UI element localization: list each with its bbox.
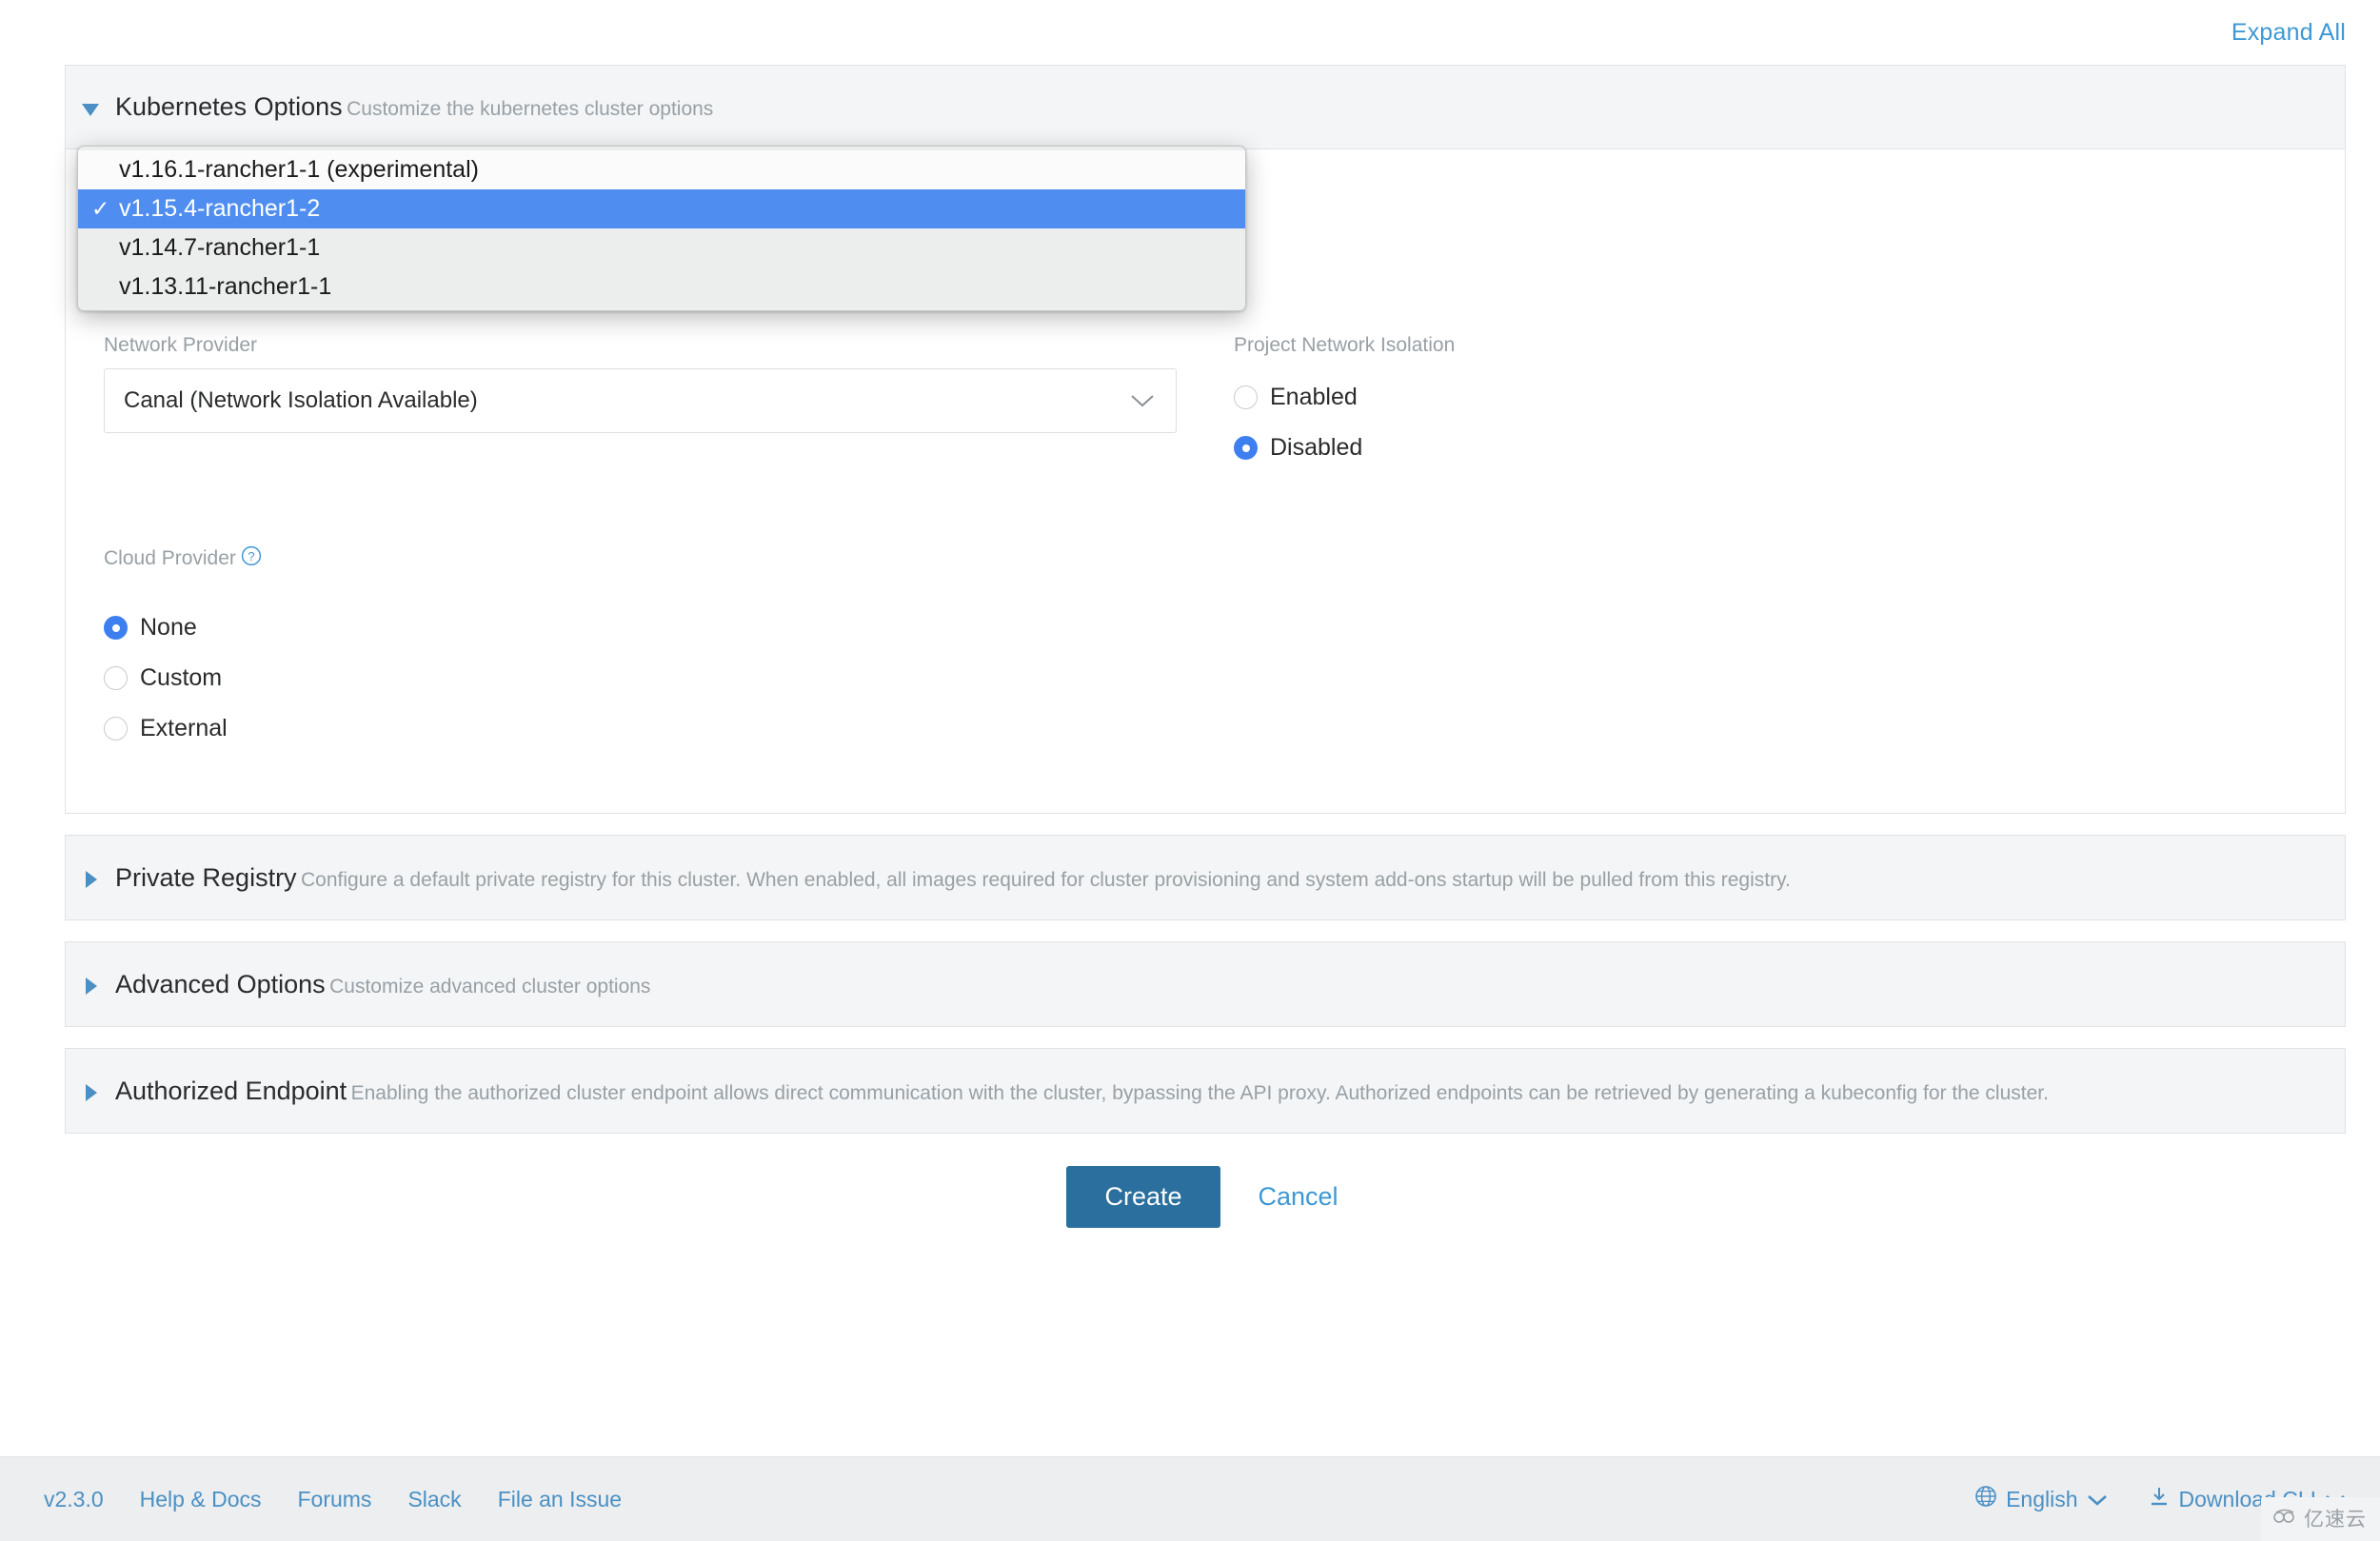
footer-link-file-an-issue[interactable]: File an Issue (498, 1487, 622, 1512)
cloud-provider-field: Cloud Provider? None Custom External (104, 545, 1205, 765)
dropdown-option[interactable]: v1.16.1-rancher1-1 (experimental) (78, 150, 1245, 189)
radio-project-isolation-disabled[interactable]: Disabled (1234, 434, 2307, 462)
section-head-text: Authorized Endpoint Enabling the authori… (115, 1076, 2345, 1106)
download-icon (2148, 1485, 2171, 1513)
network-provider-select[interactable]: Canal (Network Isolation Available) (104, 368, 1177, 433)
radio-icon[interactable] (104, 717, 128, 741)
radio-icon[interactable] (104, 666, 128, 690)
watermark-text: 亿速云 (2304, 1508, 2367, 1531)
network-provider-field: Network Provider Canal (Network Isolatio… (104, 334, 1205, 433)
dropdown-option[interactable]: v1.13.11-rancher1-1 (78, 267, 1245, 306)
dropdown-option-label: v1.15.4-rancher1-2 (119, 195, 321, 222)
top-bar: Expand All (0, 0, 2380, 65)
footer-link-slack[interactable]: Slack (407, 1487, 461, 1512)
radio-project-isolation-enabled[interactable]: Enabled (1234, 384, 2307, 411)
footer-left-links: v2.3.0 Help & Docs Forums Slack File an … (44, 1487, 1974, 1512)
form-content: Kubernetes Options Customize the kuberne… (65, 65, 2346, 1274)
dropdown-option-label: v1.13.11-rancher1-1 (119, 273, 332, 300)
caret-right-icon[interactable] (66, 972, 115, 997)
caret-right-icon[interactable] (66, 865, 115, 890)
section-subtitle: Enabling the authorized cluster endpoint… (350, 1081, 2049, 1104)
svg-text:?: ? (248, 549, 254, 563)
kubernetes-version-dropdown[interactable]: v1.16.1-rancher1-1 (experimental) ✓ v1.1… (77, 146, 1246, 311)
section-head-text: Private Registry Configure a default pri… (115, 862, 2345, 893)
section-title: Authorized Endpoint (115, 1076, 347, 1105)
section-header-advanced-options[interactable]: Advanced Options Customize advanced clus… (66, 942, 2345, 1026)
network-provider-value: Canal (Network Isolation Available) (124, 387, 478, 413)
section-title: Kubernetes Options (115, 92, 343, 122)
radio-cloud-provider-none[interactable]: None (104, 614, 1177, 642)
radio-icon-checked[interactable] (1234, 436, 1258, 460)
globe-icon (1974, 1485, 1997, 1513)
dropdown-option-label: v1.14.7-rancher1-1 (119, 234, 321, 261)
cloud-provider-label-text: Cloud Provider (104, 547, 236, 569)
radio-label: Enabled (1270, 384, 1358, 410)
project-network-isolation-label: Project Network Isolation (1234, 334, 1456, 356)
language-label: English (2006, 1486, 2078, 1511)
radio-label: External (140, 715, 228, 741)
caret-right-icon[interactable] (66, 1078, 115, 1103)
network-row: Network Provider Canal (Network Isolatio… (104, 334, 2307, 484)
chevron-down-icon (1128, 393, 1157, 408)
section-advanced-options: Advanced Options Customize advanced clus… (65, 941, 2346, 1027)
section-header-private-registry[interactable]: Private Registry Configure a default pri… (66, 836, 2345, 919)
network-provider-label: Network Provider (104, 334, 258, 356)
cloud-provider-label: Cloud Provider? (104, 545, 1177, 572)
radio-label: Custom (140, 664, 223, 691)
dropdown-option-label: v1.16.1-rancher1-1 (experimental) (119, 156, 479, 183)
section-head-text: Kubernetes Options Customize the kuberne… (115, 91, 2345, 122)
section-subtitle: Customize advanced cluster options (329, 975, 651, 998)
caret-down-icon[interactable] (66, 95, 115, 120)
cancel-button[interactable]: Cancel (1253, 1181, 1344, 1213)
cloud-provider-row: Cloud Provider? None Custom External (104, 545, 2307, 765)
section-kubernetes-options: Kubernetes Options Customize the kuberne… (65, 65, 2346, 814)
section-title: Private Registry (115, 862, 297, 892)
project-network-isolation-field: Project Network Isolation Enabled Disabl… (1205, 334, 2307, 484)
cloud-logo-icon (2272, 1508, 2297, 1530)
section-head-text: Advanced Options Customize advanced clus… (115, 969, 2345, 999)
check-icon: ✓ (91, 196, 110, 221)
radio-icon-checked[interactable] (104, 616, 128, 640)
footer-link-version[interactable]: v2.3.0 (44, 1487, 104, 1512)
section-header-authorized-endpoint[interactable]: Authorized Endpoint Enabling the authori… (66, 1049, 2345, 1133)
section-subtitle: Customize the kubernetes cluster options (347, 98, 714, 121)
create-button[interactable]: Create (1066, 1166, 1220, 1228)
section-subtitle: Configure a default private registry for… (301, 868, 1791, 891)
question-mark-icon[interactable]: ? (241, 545, 262, 572)
chevron-down-icon (2087, 1487, 2108, 1512)
expand-all-link[interactable]: Expand All (2231, 19, 2346, 47)
section-body-kubernetes-options: Kubernetes Version v1.15.4-rancher1-2 Ne (66, 146, 2345, 813)
section-title: Advanced Options (115, 969, 326, 998)
form-actions: Create Cancel (65, 1166, 2346, 1228)
radio-label: None (140, 614, 197, 641)
add-cluster-page: Expand All Kubernetes Options Customize … (0, 0, 2380, 1541)
footer-link-help-docs[interactable]: Help & Docs (140, 1487, 262, 1512)
radio-cloud-provider-custom[interactable]: Custom (104, 664, 1177, 692)
footer-link-forums[interactable]: Forums (297, 1487, 371, 1512)
dropdown-option-selected[interactable]: ✓ v1.15.4-rancher1-2 (78, 189, 1245, 228)
dropdown-option[interactable]: v1.14.7-rancher1-1 (78, 228, 1245, 267)
section-header-kubernetes-options[interactable]: Kubernetes Options Customize the kuberne… (66, 66, 2345, 149)
radio-icon[interactable] (1234, 385, 1258, 409)
radio-cloud-provider-external[interactable]: External (104, 715, 1177, 742)
footer-bar: v2.3.0 Help & Docs Forums Slack File an … (0, 1456, 2380, 1541)
section-private-registry: Private Registry Configure a default pri… (65, 835, 2346, 920)
language-selector[interactable]: English (1974, 1485, 2107, 1513)
section-authorized-endpoint: Authorized Endpoint Enabling the authori… (65, 1048, 2346, 1134)
watermark: 亿速云 (2261, 1497, 2380, 1541)
radio-label: Disabled (1270, 434, 1363, 461)
